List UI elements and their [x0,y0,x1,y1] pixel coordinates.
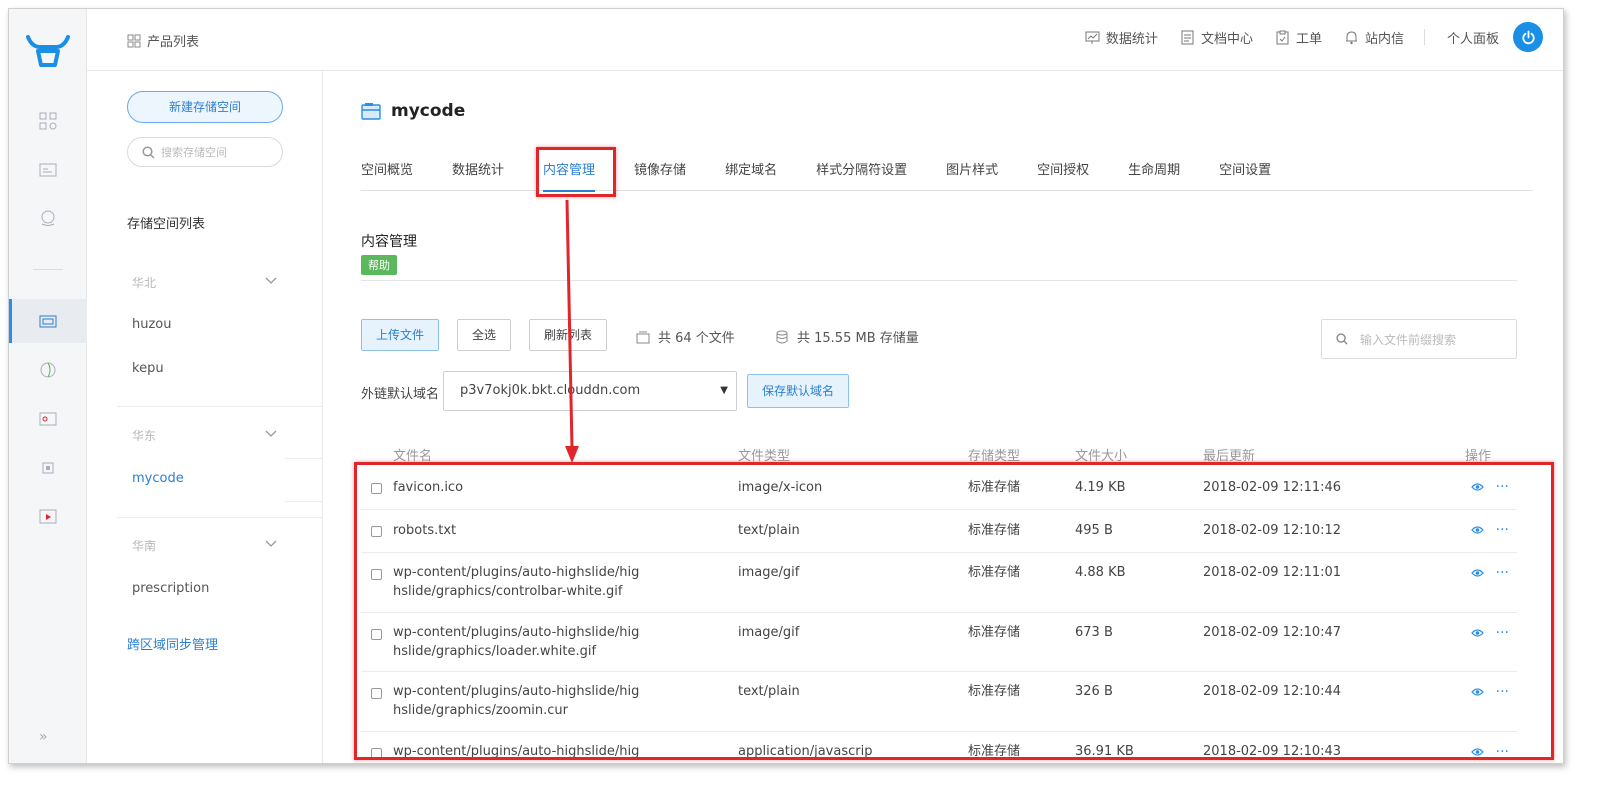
bucket-item-huzou[interactable]: huzou [132,317,172,332]
section-title: 内容管理 [361,234,417,250]
tab-data-stats[interactable]: 数据统计 [452,147,504,191]
chart-icon [1085,31,1100,44]
tab-lifecycle[interactable]: 生命周期 [1128,147,1180,191]
sidebar-divider [285,501,323,502]
region-east[interactable]: 华东 [132,427,156,444]
bucket-sidebar: 新建存储空间 搜索存储空间 存储空间列表 华北 huzou kepu 华东 my… [87,71,323,763]
tab-image-style[interactable]: 图片样式 [946,147,998,191]
data-stats-label: 数据统计 [1105,31,1158,47]
id-card-icon[interactable] [39,161,57,179]
logo-icon[interactable] [24,31,72,71]
domain-select[interactable]: p3v7okj0k.bkt.clouddn.com ▼ [443,371,737,411]
data-stats-link[interactable]: 数据统计 [1085,28,1158,47]
section-divider [361,280,1517,281]
grid-icon[interactable] [39,112,57,130]
ticket-label: 工单 [1295,31,1322,47]
clipboard-icon [1276,30,1289,44]
cross-region-sync-link[interactable]: 跨区域同步管理 [127,634,218,653]
chip-icon[interactable] [39,459,57,477]
chevron-down-icon[interactable] [265,277,277,285]
apps-icon [127,34,141,47]
avatar[interactable] [1513,22,1543,52]
search-icon [1336,333,1348,345]
caret-down-icon: ▼ [720,385,728,396]
tab-overview[interactable]: 空间概览 [361,147,413,191]
highlight-box-table [354,462,1554,760]
tab-bind-domain[interactable]: 绑定域名 [725,147,777,191]
top-bar: 产品列表 数据统计 文档中心 工单 站内信 个人面板 [87,9,1563,71]
bell-icon [1345,30,1357,44]
personal-panel-label: 个人面板 [1446,31,1499,47]
bucket-item-mycode[interactable]: mycode [132,471,184,486]
sidebar-divider [285,458,323,459]
bucket-icon [361,103,381,120]
expand-rail-icon[interactable]: » [39,729,57,745]
bucket-list-title: 存储空间列表 [127,217,206,232]
product-list-label: 产品列表 [147,35,200,50]
chevron-down-icon[interactable] [265,430,277,438]
rail-divider [33,269,63,270]
select-all-button[interactable]: 全选 [457,319,511,351]
docs-link[interactable]: 文档中心 [1180,28,1253,47]
chevron-down-icon[interactable] [265,540,277,548]
video-icon[interactable] [39,508,57,526]
storage-used: 共 15.55 MB 存储量 [775,327,919,346]
file-search-placeholder: 输入文件前缀搜索 [1360,332,1457,347]
region-north[interactable]: 华北 [132,274,156,291]
sidebar-divider [117,517,323,518]
tab-authorization[interactable]: 空间授权 [1037,147,1089,191]
icon-rail: » [9,9,87,763]
sidebar-divider [117,406,323,407]
top-nav: 数据统计 文档中心 工单 站内信 个人面板 [1063,21,1543,53]
bucket-name: mycode [391,101,466,121]
region-south[interactable]: 华南 [132,537,156,554]
file-count: 共 64 个文件 [636,327,735,346]
storage-icon[interactable] [39,312,57,330]
tab-mirror-storage[interactable]: 镜像存储 [634,147,686,191]
cdn-globe-icon[interactable] [39,361,57,379]
upload-button[interactable]: 上传文件 [361,319,439,351]
bucket-item-prescription[interactable]: prescription [132,581,209,596]
tab-style-separator[interactable]: 样式分隔符设置 [816,147,907,191]
database-icon [776,330,788,343]
bucket-title: mycode [361,101,465,121]
bucket-search-placeholder: 搜索存储空间 [161,146,227,159]
messages-link[interactable]: 站内信 [1344,28,1404,47]
tab-settings[interactable]: 空间设置 [1219,147,1271,191]
new-bucket-button[interactable]: 新建存储空间 [127,91,283,123]
billing-icon[interactable] [39,209,57,227]
certificate-icon[interactable] [39,410,57,428]
personal-panel-link[interactable]: 个人面板 [1447,22,1543,52]
top-divider [1423,29,1425,45]
power-icon [1521,30,1535,44]
product-list-link[interactable]: 产品列表 [127,31,199,50]
help-badge[interactable]: 帮助 [361,255,397,275]
storage-used-text: 共 15.55 MB 存储量 [797,331,919,346]
search-icon [142,145,155,159]
highlight-box-tab [536,147,616,197]
domain-label: 外链默认域名 [361,387,440,402]
file-search-input[interactable]: 输入文件前缀搜索 [1321,319,1517,359]
document-icon [1181,30,1194,44]
messages-label: 站内信 [1364,31,1404,47]
refresh-button[interactable]: 刷新列表 [529,319,607,351]
file-count-text: 共 64 个文件 [658,331,735,346]
domain-value: p3v7okj0k.bkt.clouddn.com [460,383,641,398]
ticket-link[interactable]: 工单 [1275,28,1322,47]
bucket-search-input[interactable]: 搜索存储空间 [127,137,283,167]
bucket-item-kepu[interactable]: kepu [132,361,164,376]
files-icon [636,331,650,343]
docs-label: 文档中心 [1200,31,1253,47]
save-domain-button[interactable]: 保存默认域名 [747,374,849,408]
